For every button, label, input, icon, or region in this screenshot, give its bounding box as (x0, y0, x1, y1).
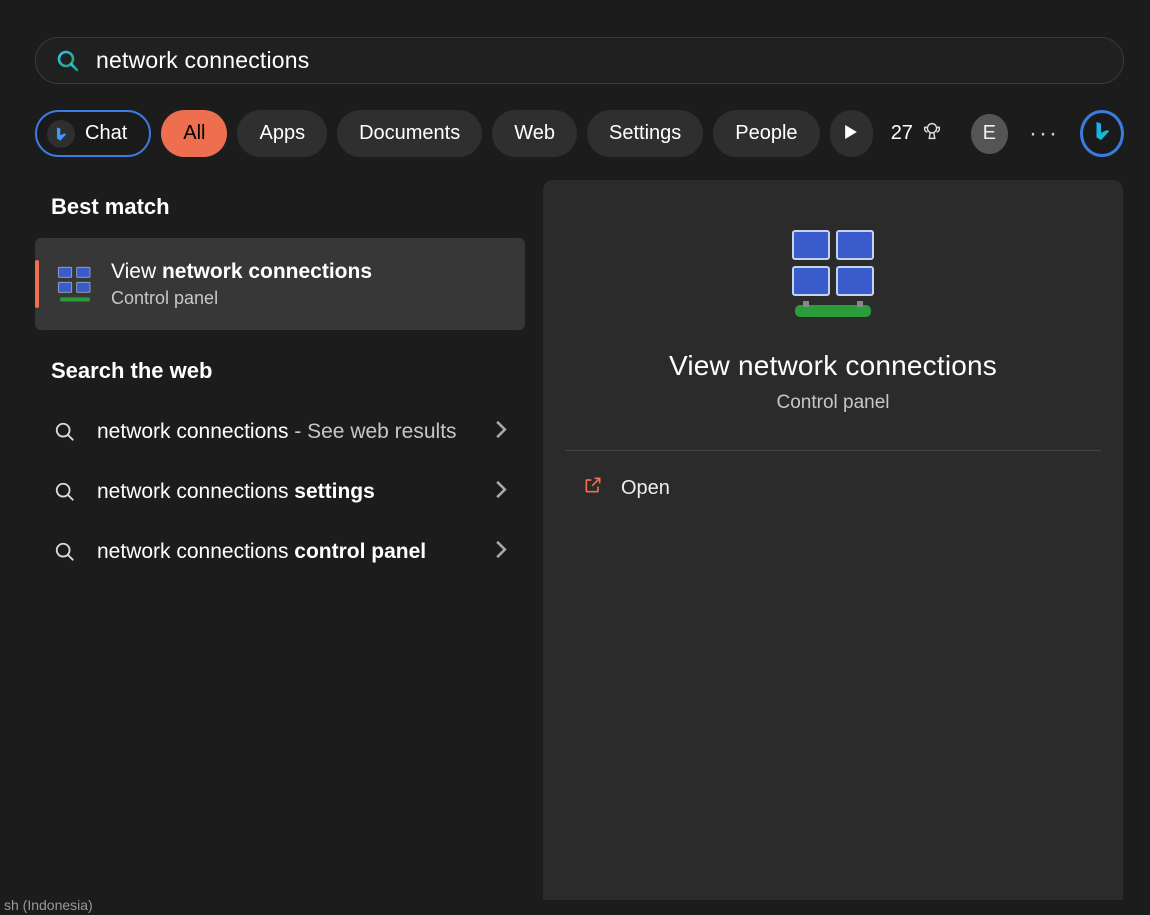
chevron-right-icon (495, 541, 507, 564)
open-action[interactable]: Open (543, 451, 1123, 525)
filter-all[interactable]: All (161, 110, 227, 157)
search-bar[interactable] (35, 37, 1124, 84)
filter-label: Apps (259, 122, 305, 145)
results-column: Best match View network connections Cont… (35, 180, 540, 582)
filter-label: Settings (609, 122, 681, 145)
taskbar-lang-indicator: sh (Indonesia) (0, 895, 97, 915)
chevron-right-icon (495, 421, 507, 444)
bing-icon (47, 120, 75, 148)
best-match-title: View network connections (111, 260, 372, 284)
filter-settings[interactable]: Settings (587, 110, 703, 157)
search-icon (49, 476, 81, 508)
text-plain: network connections (97, 420, 288, 443)
filter-row: Chat All Apps Documents Web Settings Peo… (35, 110, 1124, 157)
filter-label: Documents (359, 122, 460, 145)
chat-label: Chat (85, 122, 127, 145)
best-match-heading: Best match (35, 180, 540, 238)
network-connections-icon (778, 220, 888, 330)
title-bold: network connections (162, 260, 372, 283)
bing-chat-button[interactable] (1080, 110, 1124, 157)
filter-label: Web (514, 122, 555, 145)
best-match-result[interactable]: View network connections Control panel (35, 238, 525, 330)
chevron-right-icon (495, 481, 507, 504)
best-match-subtitle: Control panel (111, 288, 372, 309)
rewards-counter[interactable]: 27 (883, 110, 951, 157)
filter-more[interactable] (830, 110, 873, 157)
filter-apps[interactable]: Apps (237, 110, 327, 157)
title-prefix: View (111, 260, 162, 283)
bing-icon (1091, 120, 1113, 147)
text-sep: - (288, 420, 307, 443)
avatar-initial: E (983, 122, 996, 145)
web-result-text: network connections control panel (97, 538, 466, 566)
chat-tab[interactable]: Chat (35, 110, 151, 157)
web-result-text: network connections - See web results (97, 418, 497, 446)
open-label: Open (621, 477, 670, 500)
text-plain: network connections (97, 540, 294, 563)
detail-title: View network connections (543, 350, 1123, 382)
detail-subtitle: Control panel (543, 392, 1123, 414)
selection-accent (35, 260, 39, 308)
text-dim: See web results (307, 420, 456, 443)
ellipsis-icon: ··· (1029, 120, 1059, 148)
user-avatar[interactable]: E (971, 114, 1008, 154)
web-result[interactable]: network connections - See web results (35, 402, 525, 462)
search-icon (56, 49, 80, 73)
web-result[interactable]: network connections settings (35, 462, 525, 522)
web-result[interactable]: network connections control panel (35, 522, 525, 582)
overflow-menu[interactable]: ··· (1026, 114, 1063, 154)
filter-documents[interactable]: Documents (337, 110, 482, 157)
search-icon (49, 536, 81, 568)
trophy-icon (921, 120, 943, 148)
network-connections-icon (53, 262, 97, 306)
text-plain: network connections (97, 480, 294, 503)
search-input[interactable] (96, 47, 1123, 74)
filter-label: All (183, 122, 205, 145)
filter-people[interactable]: People (713, 110, 819, 157)
filter-web[interactable]: Web (492, 110, 577, 157)
rewards-count: 27 (891, 122, 913, 145)
text-bold: control panel (294, 540, 426, 563)
play-icon (844, 122, 858, 145)
search-web-heading: Search the web (35, 330, 540, 402)
text-bold: settings (294, 480, 375, 503)
search-icon (49, 416, 81, 448)
open-external-icon (583, 475, 603, 501)
filter-label: People (735, 122, 797, 145)
detail-pane: View network connections Control panel O… (543, 180, 1123, 900)
web-result-text: network connections settings (97, 478, 415, 506)
